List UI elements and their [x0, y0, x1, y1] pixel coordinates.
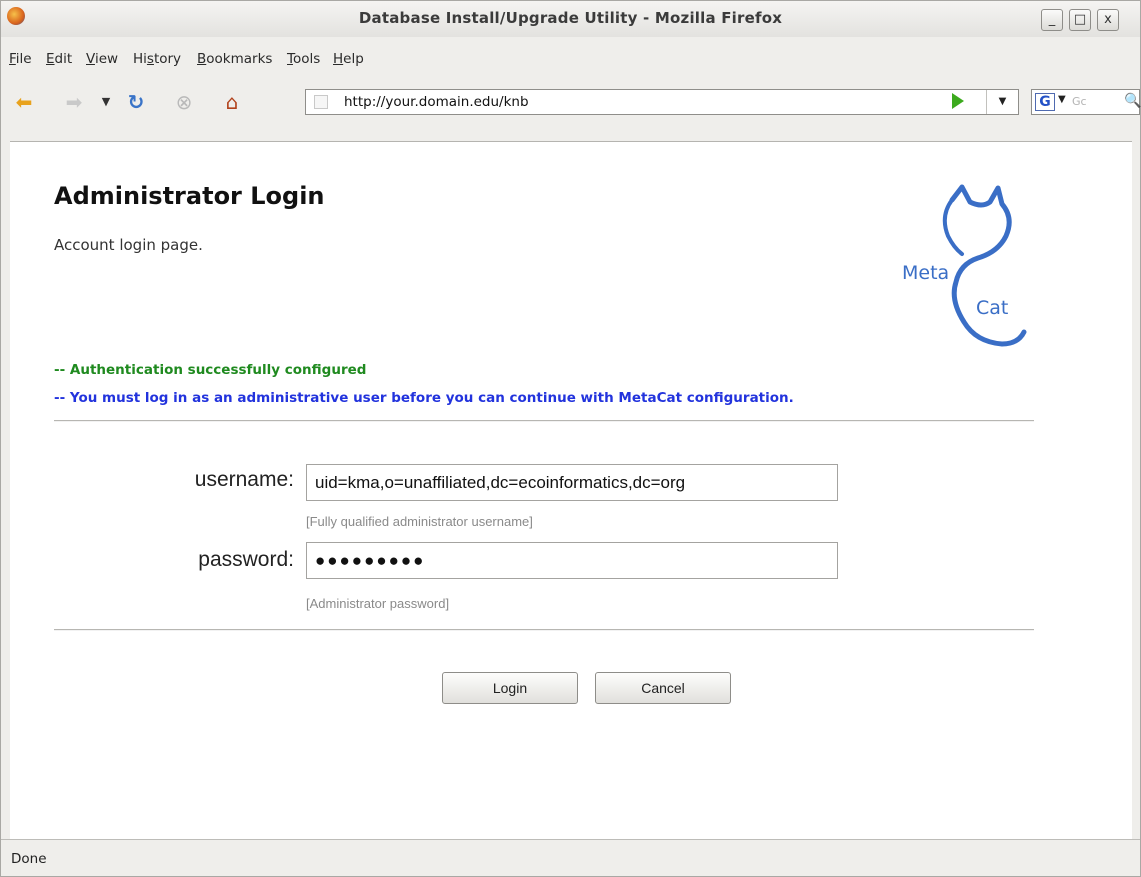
navigation-toolbar: ⬅ ➡ ▼ ↻ ⊗ ⌂ http://your.domain.edu/knb ▼…: [1, 81, 1141, 125]
search-placeholder: Gc: [1072, 95, 1087, 108]
username-help: [Fully qualified administrator username]: [306, 514, 533, 529]
back-icon[interactable]: ⬅: [11, 89, 37, 115]
page-title: Administrator Login: [54, 182, 325, 210]
window-title: Database Install/Upgrade Utility - Mozil…: [358, 9, 783, 27]
history-dropdown-icon[interactable]: ▼: [93, 89, 119, 115]
menu-file[interactable]: File: [9, 51, 32, 67]
username-field[interactable]: uid=kma,o=unaffiliated,dc=ecoinformatics…: [306, 464, 838, 501]
password-help: [Administrator password]: [306, 596, 450, 611]
menu-bookmarks[interactable]: Bookmarks: [197, 51, 272, 67]
search-engine-icon[interactable]: G: [1035, 93, 1055, 111]
menu-tools[interactable]: Tools: [287, 51, 320, 67]
menu-bar: File Edit View History Bookmarks Tools H…: [1, 45, 1140, 73]
reload-icon[interactable]: ↻: [123, 89, 149, 115]
metacat-logo: Meta Cat: [890, 182, 1040, 352]
cancel-button[interactable]: Cancel: [595, 672, 731, 704]
username-label: username:: [194, 468, 294, 491]
divider: [54, 420, 1034, 422]
password-label: password:: [198, 548, 294, 571]
status-text: Done: [11, 851, 47, 867]
stop-icon[interactable]: ⊗: [171, 89, 197, 115]
go-icon[interactable]: [952, 93, 964, 109]
url-bar[interactable]: http://your.domain.edu/knb ▼: [305, 89, 1019, 115]
minimize-button[interactable]: _: [1041, 9, 1063, 31]
title-bar: Database Install/Upgrade Utility - Mozil…: [1, 1, 1140, 37]
url-dropdown-icon[interactable]: ▼: [986, 90, 1018, 114]
page-icon: [314, 95, 328, 109]
menu-view[interactable]: View: [86, 51, 118, 67]
maximize-button[interactable]: □: [1069, 9, 1091, 31]
menu-edit[interactable]: Edit: [46, 51, 72, 67]
divider: [54, 629, 1034, 631]
browser-window: Database Install/Upgrade Utility - Mozil…: [0, 0, 1141, 877]
search-engine-dropdown-icon[interactable]: ▼: [1058, 94, 1066, 105]
info-message: -- You must log in as an administrative …: [54, 390, 794, 406]
page-content: Administrator Login Account login page. …: [10, 141, 1132, 839]
forward-icon[interactable]: ➡: [61, 89, 87, 115]
menu-history[interactable]: History: [133, 51, 181, 67]
search-icon[interactable]: 🔍: [1124, 93, 1141, 109]
url-text: http://your.domain.edu/knb: [344, 94, 529, 110]
page-subtitle: Account login page.: [54, 236, 203, 254]
search-box[interactable]: G ▼ Gc 🔍: [1031, 89, 1141, 115]
login-button[interactable]: Login: [442, 672, 578, 704]
password-field[interactable]: ●●●●●●●●●: [306, 542, 838, 579]
success-message: -- Authentication successfully configure…: [54, 362, 367, 378]
logo-text-meta: Meta: [902, 262, 950, 284]
home-icon[interactable]: ⌂: [219, 89, 245, 115]
status-bar: Done: [1, 839, 1140, 876]
logo-text-cat: Cat: [976, 297, 1009, 319]
menu-help[interactable]: Help: [333, 51, 364, 67]
close-button[interactable]: x: [1097, 9, 1119, 31]
